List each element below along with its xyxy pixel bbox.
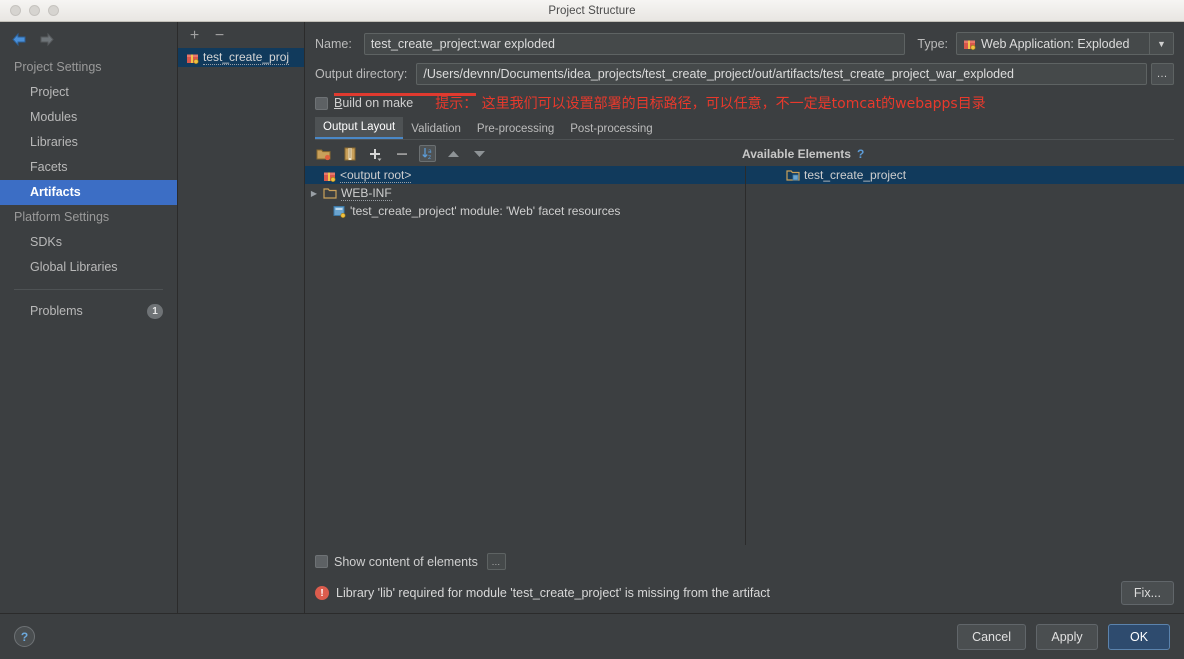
arrow-right-icon[interactable] xyxy=(38,32,55,47)
sidebar-item-modules[interactable]: Modules xyxy=(0,105,177,130)
output-layout-area: <output root> ▶ WEB-INF 'test_create_pro… xyxy=(305,166,1184,545)
sidebar-item-global-libraries[interactable]: Global Libraries xyxy=(0,255,177,280)
sidebar-nav-arrows xyxy=(0,26,177,55)
tree-row-facet-resources[interactable]: 'test_create_project' module: 'Web' face… xyxy=(305,202,745,220)
type-label: Type: xyxy=(917,36,948,51)
tab-post-processing[interactable]: Post-processing xyxy=(562,119,660,139)
sort-alphabetically-icon[interactable]: a z xyxy=(419,145,436,162)
show-content-row: Show content of elements … xyxy=(315,553,1174,570)
svg-text:z: z xyxy=(428,154,431,160)
add-artifact-button[interactable]: + xyxy=(188,28,201,44)
sidebar-item-artifacts[interactable]: Artifacts xyxy=(0,180,177,205)
sidebar-item-problems-label: Problems xyxy=(30,304,83,318)
sidebar-item-sdks[interactable]: SDKs xyxy=(0,230,177,255)
tree-row-label: WEB-INF xyxy=(341,185,392,201)
available-elements-header: Available Elements ? xyxy=(742,147,864,161)
module-icon xyxy=(786,170,800,181)
module-facet-icon xyxy=(333,205,346,218)
sidebar-item-project[interactable]: Project xyxy=(0,80,177,105)
sidebar-group-project-settings: Project Settings xyxy=(14,60,102,74)
output-directory-input[interactable]: /Users/devnn/Documents/idea_projects/tes… xyxy=(416,63,1147,85)
project-structure-dialog: Project Settings Project Modules Librari… xyxy=(0,22,1184,659)
move-down-icon[interactable] xyxy=(471,145,488,162)
artifact-tabs: Output Layout Validation Pre-processing … xyxy=(315,117,1174,140)
artifact-icon xyxy=(324,172,336,182)
artifacts-list-item-label: test_create_proj xyxy=(203,50,290,65)
artifact-error-text: Library 'lib' required for module 'test_… xyxy=(336,586,771,600)
chevron-right-icon[interactable]: ▶ xyxy=(309,189,319,198)
sidebar-item-libraries[interactable]: Libraries xyxy=(0,130,177,155)
available-tree-row[interactable]: test_create_project xyxy=(746,166,1184,184)
dialog-body: Project Settings Project Modules Librari… xyxy=(0,22,1184,613)
build-on-make-checkbox[interactable] xyxy=(315,96,328,110)
show-content-checkbox[interactable] xyxy=(315,555,328,568)
name-label: Name: xyxy=(315,36,352,51)
tree-row-web-inf[interactable]: ▶ WEB-INF xyxy=(305,184,745,202)
sidebar-item-problems[interactable]: Problems 1 xyxy=(0,299,177,324)
artifacts-list-toolbar: + − xyxy=(178,22,304,48)
type-select[interactable]: Web Application: Exploded ▼ xyxy=(956,32,1174,55)
dialog-actions: Cancel Apply OK xyxy=(957,623,1170,650)
type-select-label: Web Application: Exploded xyxy=(981,36,1130,51)
remove-artifact-button[interactable]: − xyxy=(213,28,226,44)
arrow-left-icon[interactable] xyxy=(11,32,28,47)
window-titlebar: Project Structure xyxy=(0,0,1184,22)
available-tree-row-label: test_create_project xyxy=(804,168,907,182)
dialog-footer: ? Cancel Apply OK xyxy=(0,613,1184,659)
output-directory-row: Output directory: /Users/devnn/Documents… xyxy=(315,63,1174,85)
add-copy-of-icon[interactable] xyxy=(367,145,384,162)
artifact-error-row: ! Library 'lib' required for module 'tes… xyxy=(315,581,1174,605)
output-directory-label: Output directory: xyxy=(315,67,408,81)
name-row: Name: test_create_project:war exploded T… xyxy=(315,32,1174,55)
chevron-down-icon[interactable]: ▼ xyxy=(1149,33,1173,54)
show-content-label: Show content of elements xyxy=(334,554,478,569)
tab-pre-processing[interactable]: Pre-processing xyxy=(469,119,562,139)
window-title: Project Structure xyxy=(548,4,636,17)
fix-button[interactable]: Fix... xyxy=(1120,581,1174,605)
error-icon: ! xyxy=(315,586,329,600)
move-up-icon[interactable] xyxy=(445,145,462,162)
create-directory-icon[interactable] xyxy=(315,145,332,162)
create-archive-icon[interactable] xyxy=(341,145,358,162)
tree-row-label: <output root> xyxy=(340,167,412,183)
artifact-icon xyxy=(964,40,976,50)
cancel-button[interactable]: Cancel xyxy=(957,623,1026,650)
type-select-value-wrap: Web Application: Exploded xyxy=(957,37,1149,51)
sidebar-group-platform-settings: Platform Settings xyxy=(14,210,110,224)
artifact-detail-footer: Show content of elements … ! Library 'li… xyxy=(305,545,1184,613)
remove-icon[interactable] xyxy=(393,145,410,162)
question-mark-icon[interactable]: ? xyxy=(857,147,864,161)
artifact-form: Name: test_create_project:war exploded T… xyxy=(305,22,1184,140)
help-button[interactable]: ? xyxy=(14,626,35,647)
tab-validation[interactable]: Validation xyxy=(403,119,469,139)
ok-button[interactable]: OK xyxy=(1108,623,1170,650)
available-elements-tree: test_create_project xyxy=(746,166,1184,545)
available-elements-label: Available Elements xyxy=(742,146,851,161)
artifacts-list-panel: + − test_create_proj xyxy=(178,22,305,613)
build-on-make-row: Build on make 提示： 这里我们可以设置部署的目标路径，可以任意，不… xyxy=(315,93,1174,113)
tab-output-layout[interactable]: Output Layout xyxy=(315,117,404,139)
sidebar-divider xyxy=(14,289,163,290)
show-content-options-button[interactable]: … xyxy=(486,553,506,570)
apply-button[interactable]: Apply xyxy=(1036,623,1098,650)
annotation-hint-text: 提示： 这里我们可以设置部署的目标路径，可以任意，不一定是tomcat的weba… xyxy=(435,96,986,112)
folder-icon xyxy=(323,188,337,199)
sidebar-item-facets[interactable]: Facets xyxy=(0,155,177,180)
output-layout-tree: <output root> ▶ WEB-INF 'test_create_pro… xyxy=(305,166,746,545)
problems-count-badge: 1 xyxy=(147,304,163,319)
settings-sidebar: Project Settings Project Modules Librari… xyxy=(0,22,178,613)
build-on-make-text: uild on make xyxy=(342,96,414,110)
artifact-detail-pane: Name: test_create_project:war exploded T… xyxy=(305,22,1184,613)
build-on-make-label: Build on make xyxy=(334,96,414,110)
tree-row-label: 'test_create_project' module: 'Web' face… xyxy=(350,204,621,218)
name-input[interactable]: test_create_project:war exploded xyxy=(363,32,906,55)
tree-row-output-root[interactable]: <output root> xyxy=(305,166,745,184)
output-layout-toolbar: a z Available Elements ? xyxy=(305,140,1184,166)
artifacts-list-item[interactable]: test_create_proj xyxy=(178,48,304,67)
browse-output-directory-button[interactable]: … xyxy=(1151,63,1174,85)
artifact-icon xyxy=(187,54,199,64)
